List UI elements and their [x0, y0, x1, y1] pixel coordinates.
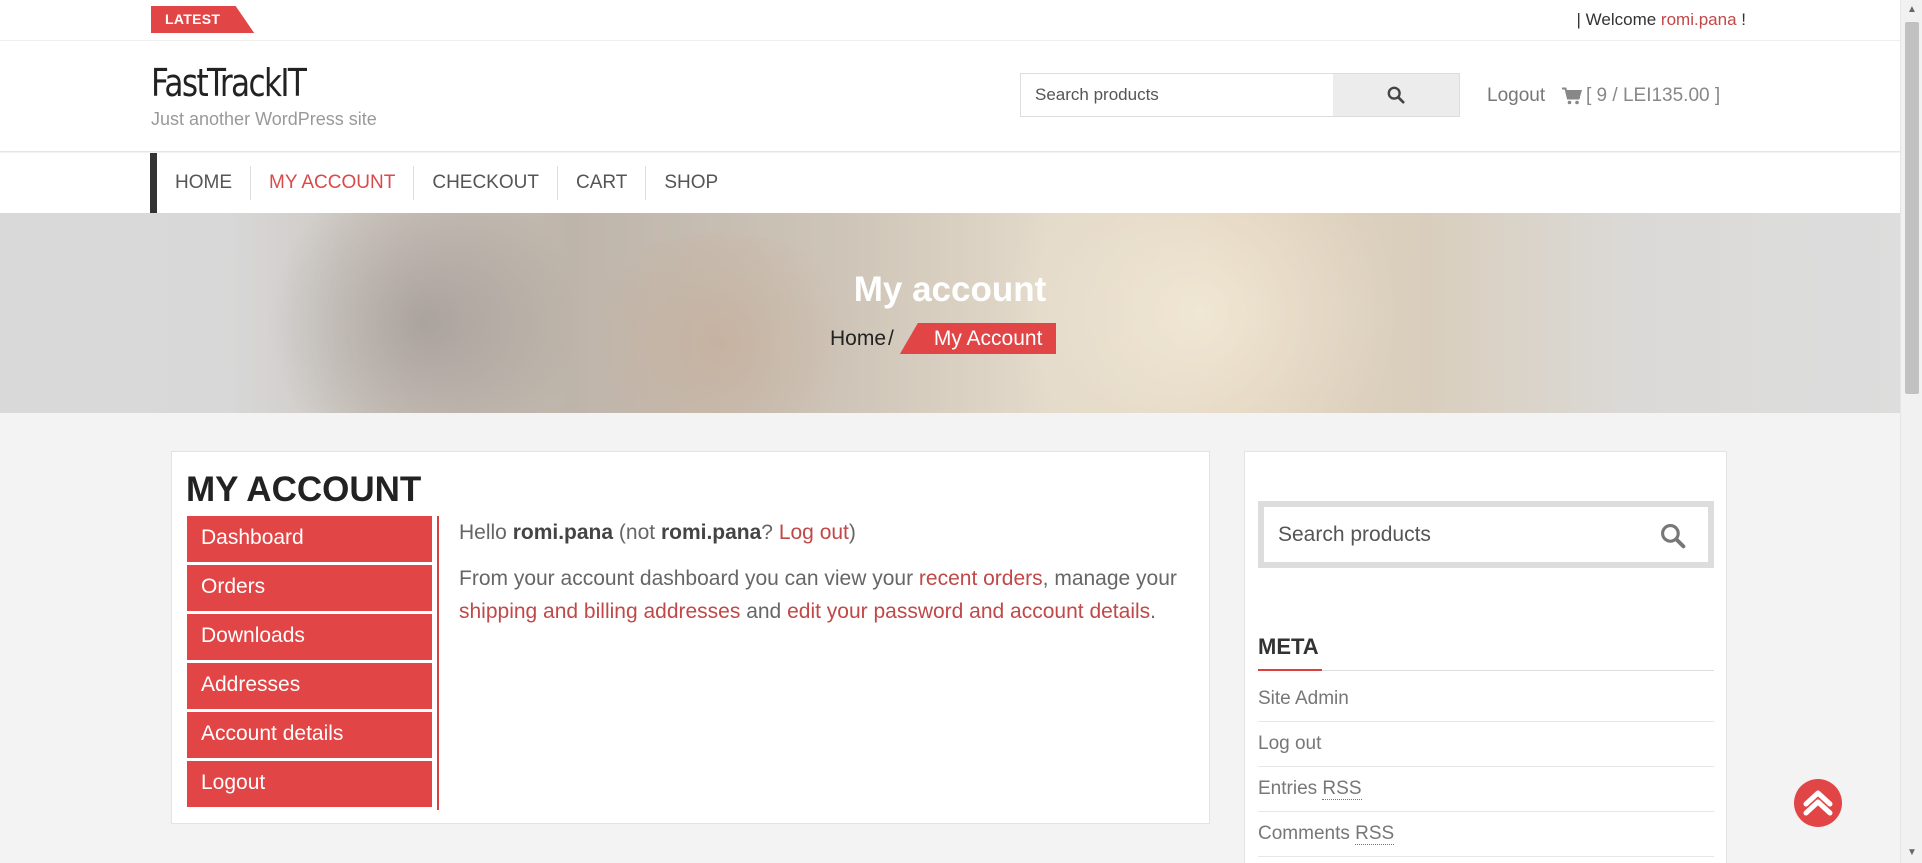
not-username: romi.pana [660, 521, 762, 544]
back-to-top-button[interactable] [1794, 779, 1842, 827]
meta-list: Site Admin Log out Entries RSS Comments … [1258, 677, 1714, 857]
meta-item-label: Log out [1258, 733, 1322, 754]
sidebar: META Site Admin Log out Entries RSS Comm… [1244, 451, 1727, 863]
nav-item-home[interactable]: HOME [157, 166, 251, 200]
nav-accent-bar [150, 153, 157, 213]
header-search-button[interactable] [1333, 74, 1459, 116]
site-title[interactable]: FastTrackIT [151, 61, 307, 105]
account-nav-account-details[interactable]: Account details [187, 712, 432, 758]
scroll-down-arrow[interactable]: ▼ [1901, 843, 1922, 863]
intro-text: From your account dashboard you can view… [459, 567, 914, 590]
account-nav-dashboard[interactable]: Dashboard [187, 516, 432, 562]
account-heading: MY ACCOUNT [186, 470, 422, 509]
meta-divider [1258, 669, 1714, 671]
not-prefix: (not [618, 521, 656, 544]
welcome-user-link[interactable]: romi.pana [1661, 10, 1737, 29]
cart-link[interactable]: [ 9 / LEI135.00 ] [1562, 85, 1720, 107]
account-divider [437, 516, 439, 810]
header-search-input[interactable] [1021, 74, 1334, 116]
meta-site-admin-link[interactable]: Site Admin [1258, 677, 1714, 722]
breadcrumb-home-link[interactable]: Home [830, 327, 886, 351]
rss-abbr: RSS [1355, 823, 1395, 845]
main-nav: HOME MY ACCOUNT CHECKOUT CART SHOP [0, 153, 1900, 213]
intro-text: , manage your [1042, 567, 1177, 590]
account-nav-addresses[interactable]: Addresses [187, 663, 432, 709]
sidebar-search-form [1258, 501, 1714, 568]
welcome-message: | Welcome romi.pana ! [1577, 10, 1747, 30]
close-paren: ) [848, 521, 856, 544]
account-details-link[interactable]: edit your password and account details [787, 600, 1150, 623]
hello-prefix: Hello [459, 521, 507, 544]
cart-summary: [ 9 / LEI135.00 ] [1586, 85, 1721, 106]
header-search-form [1020, 73, 1460, 117]
page-banner: My account Home / My Account [0, 213, 1900, 413]
meta-widget-title: META [1258, 634, 1319, 659]
hello-message: Hello romi.pana (not romi.pana? Log out) [459, 516, 1194, 549]
account-nav-orders[interactable]: Orders [187, 565, 432, 611]
meta-comments-rss-link[interactable]: Comments RSS [1258, 812, 1714, 857]
account-navigation: Dashboard Orders Downloads Addresses Acc… [187, 516, 432, 810]
intro-text: and [746, 600, 782, 623]
sidebar-search-input[interactable] [1264, 507, 1644, 562]
dashboard-intro: From your account dashboard you can view… [459, 562, 1194, 628]
banner-overlay [0, 213, 1900, 413]
latest-badge: LATEST [151, 6, 255, 33]
account-nav-logout[interactable]: Logout [187, 761, 432, 807]
breadcrumb-current: My Account [899, 323, 1057, 354]
question-mark: ? [761, 521, 773, 544]
page: LATEST | Welcome romi.pana ! FastTrackIT… [0, 0, 1900, 863]
scrollbar-thumb[interactable] [1905, 22, 1919, 394]
nav-item-checkout[interactable]: CHECKOUT [414, 166, 558, 200]
meta-log-out-link[interactable]: Log out [1258, 722, 1714, 767]
intro-text: . [1150, 600, 1156, 623]
page-title: My account [853, 270, 1047, 309]
welcome-suffix: ! [1741, 10, 1746, 29]
page-scrollbar[interactable]: ▲ ▼ [1900, 0, 1922, 863]
sidebar-search-button[interactable] [1658, 521, 1688, 551]
header-logout-link[interactable]: Logout [1487, 85, 1545, 107]
welcome-prefix: | Welcome [1576, 10, 1657, 29]
nav-item-shop[interactable]: SHOP [646, 166, 736, 200]
site-header: FastTrackIT Just another WordPress site … [0, 41, 1900, 152]
hello-username: romi.pana [512, 521, 614, 544]
scroll-up-arrow[interactable]: ▲ [1901, 0, 1922, 20]
account-dashboard-content: Hello romi.pana (not romi.pana? Log out)… [459, 516, 1194, 641]
site-tagline: Just another WordPress site [151, 109, 377, 129]
breadcrumb: Home / My Account [830, 323, 1057, 354]
meta-item-label: Site Admin [1258, 688, 1349, 709]
chevron-up-icon [1803, 790, 1833, 816]
recent-orders-link[interactable]: recent orders [919, 567, 1043, 590]
account-card: MY ACCOUNT Dashboard Orders Downloads Ad… [171, 451, 1210, 824]
addresses-link[interactable]: shipping and billing addresses [459, 600, 740, 623]
nav-item-cart[interactable]: CART [558, 166, 647, 200]
breadcrumb-separator: / [888, 326, 894, 350]
cart-icon [1562, 87, 1582, 105]
nav-item-my-account[interactable]: MY ACCOUNT [251, 166, 415, 200]
top-bar: LATEST | Welcome romi.pana ! [0, 0, 1900, 41]
meta-item-label: Entries [1258, 778, 1318, 799]
hello-logout-link[interactable]: Log out [779, 521, 849, 544]
rss-abbr: RSS [1322, 778, 1362, 800]
meta-item-label: Comments [1258, 823, 1350, 844]
search-icon [1661, 524, 1686, 549]
search-icon [1387, 86, 1405, 104]
meta-entries-rss-link[interactable]: Entries RSS [1258, 767, 1714, 812]
account-nav-downloads[interactable]: Downloads [187, 614, 432, 660]
